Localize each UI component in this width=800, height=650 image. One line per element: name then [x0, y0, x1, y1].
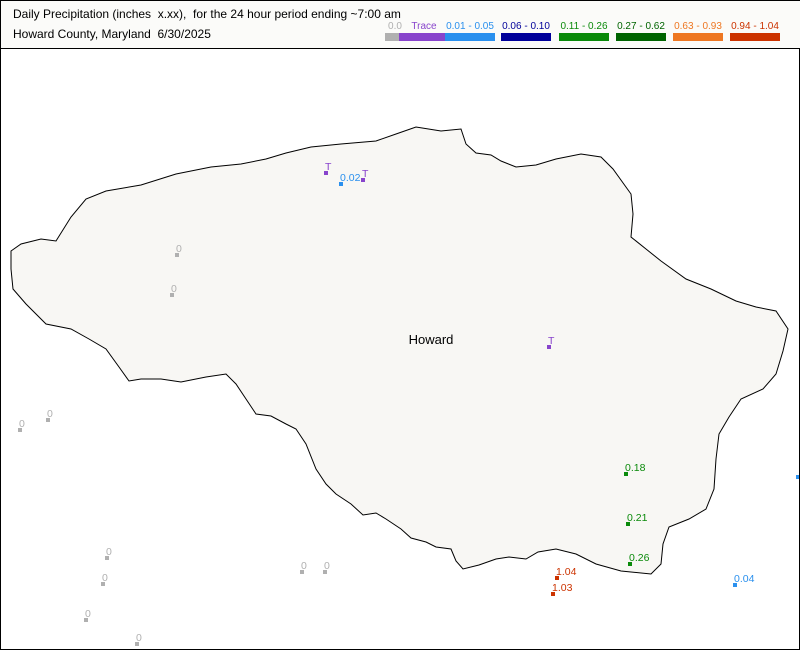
legend-item: Trace	[399, 21, 449, 41]
station-marker: T	[361, 168, 369, 182]
station-value-label: 0	[85, 608, 91, 620]
station-marker: 0	[170, 283, 177, 297]
legend-item: 0.11 - 0.26	[559, 21, 609, 41]
station-value-label: 0	[324, 560, 330, 572]
station-marker: 0.26	[628, 552, 650, 566]
legend-label: 0.06 - 0.10	[502, 21, 550, 32]
station-value-label: 0	[102, 572, 108, 584]
station-value-label: 0	[106, 546, 112, 558]
station-value-label: 0.18	[625, 462, 646, 474]
station-marker: 0.02	[339, 172, 361, 186]
station-value-label: 0.21	[627, 512, 648, 524]
legend-item: 0.06 - 0.10	[501, 21, 551, 41]
station-marker: 0.21	[626, 512, 648, 526]
station-value-label: 0.26	[629, 552, 650, 564]
station-value-label: 0	[171, 283, 177, 295]
map-title: Daily Precipitation (inches x.xx), for t…	[13, 7, 401, 21]
station-dot	[796, 475, 799, 479]
station-value-label: 0	[176, 243, 182, 255]
legend-label: 0.11 - 0.26	[560, 21, 608, 32]
station-value-label: 1.04	[556, 566, 577, 578]
legend-swatch	[673, 33, 723, 41]
station-marker: 0	[105, 546, 112, 560]
county-label: Howard	[409, 332, 454, 347]
station-marker: 0	[101, 572, 108, 586]
legend-swatch	[559, 33, 609, 41]
station-marker: 0	[135, 632, 142, 646]
legend-label: 0.63 - 0.93	[674, 21, 722, 32]
legend-label: Trace	[411, 21, 437, 32]
station-marker: 0	[18, 418, 25, 432]
station-marker: T	[547, 335, 555, 349]
legend-item: 0.27 - 0.62	[616, 21, 666, 41]
legend-label: 0.94 - 1.04	[731, 21, 779, 32]
station-marker: T	[324, 161, 332, 175]
station-value-label: T	[548, 335, 555, 347]
station-marker: 1.04	[555, 566, 577, 580]
legend-item: 0.63 - 0.93	[673, 21, 723, 41]
station-marker: 0	[46, 408, 53, 422]
station-marker: 0	[323, 560, 330, 574]
station-value-label: 0	[136, 632, 142, 644]
station-value-label: 0.02	[340, 172, 361, 184]
legend-swatch	[616, 33, 666, 41]
station-marker: 0	[84, 608, 91, 622]
station-marker	[796, 475, 799, 479]
station-value-label: T	[325, 161, 332, 173]
legend-swatch	[445, 33, 495, 41]
station-value-label: 0	[47, 408, 53, 420]
legend-item: 0.01 - 0.05	[445, 21, 495, 41]
legend-swatch	[501, 33, 551, 41]
legend-label: 0.27 - 0.62	[617, 21, 665, 32]
station-marker: 0.18	[624, 462, 646, 476]
station-value-label: 0	[19, 418, 25, 430]
station-marker: 0.04	[733, 573, 755, 587]
station-value-label: 1.03	[552, 582, 573, 594]
station-marker: 0	[175, 243, 182, 257]
map-header: Daily Precipitation (inches x.xx), for t…	[1, 1, 800, 49]
county-map: Howard T0.02 T00T000.180.210.26000 0 1.041.…	[10, 126, 799, 646]
station-value-label: 0	[301, 560, 307, 572]
legend-label: 0.01 - 0.05	[446, 21, 494, 32]
legend-item: 0.94 - 1.04	[730, 21, 780, 41]
station-marker: 0	[300, 560, 307, 574]
station-value-label: 0.04	[734, 573, 755, 585]
legend-swatch	[399, 33, 449, 41]
map-frame: Daily Precipitation (inches x.xx), for t…	[0, 0, 800, 650]
legend-swatch	[730, 33, 780, 41]
station-marker: 1.03	[551, 582, 573, 596]
map-subtitle: Howard County, Maryland 6/30/2025	[13, 27, 211, 41]
howard-county-outline	[10, 126, 789, 575]
station-value-label: T	[362, 168, 369, 180]
